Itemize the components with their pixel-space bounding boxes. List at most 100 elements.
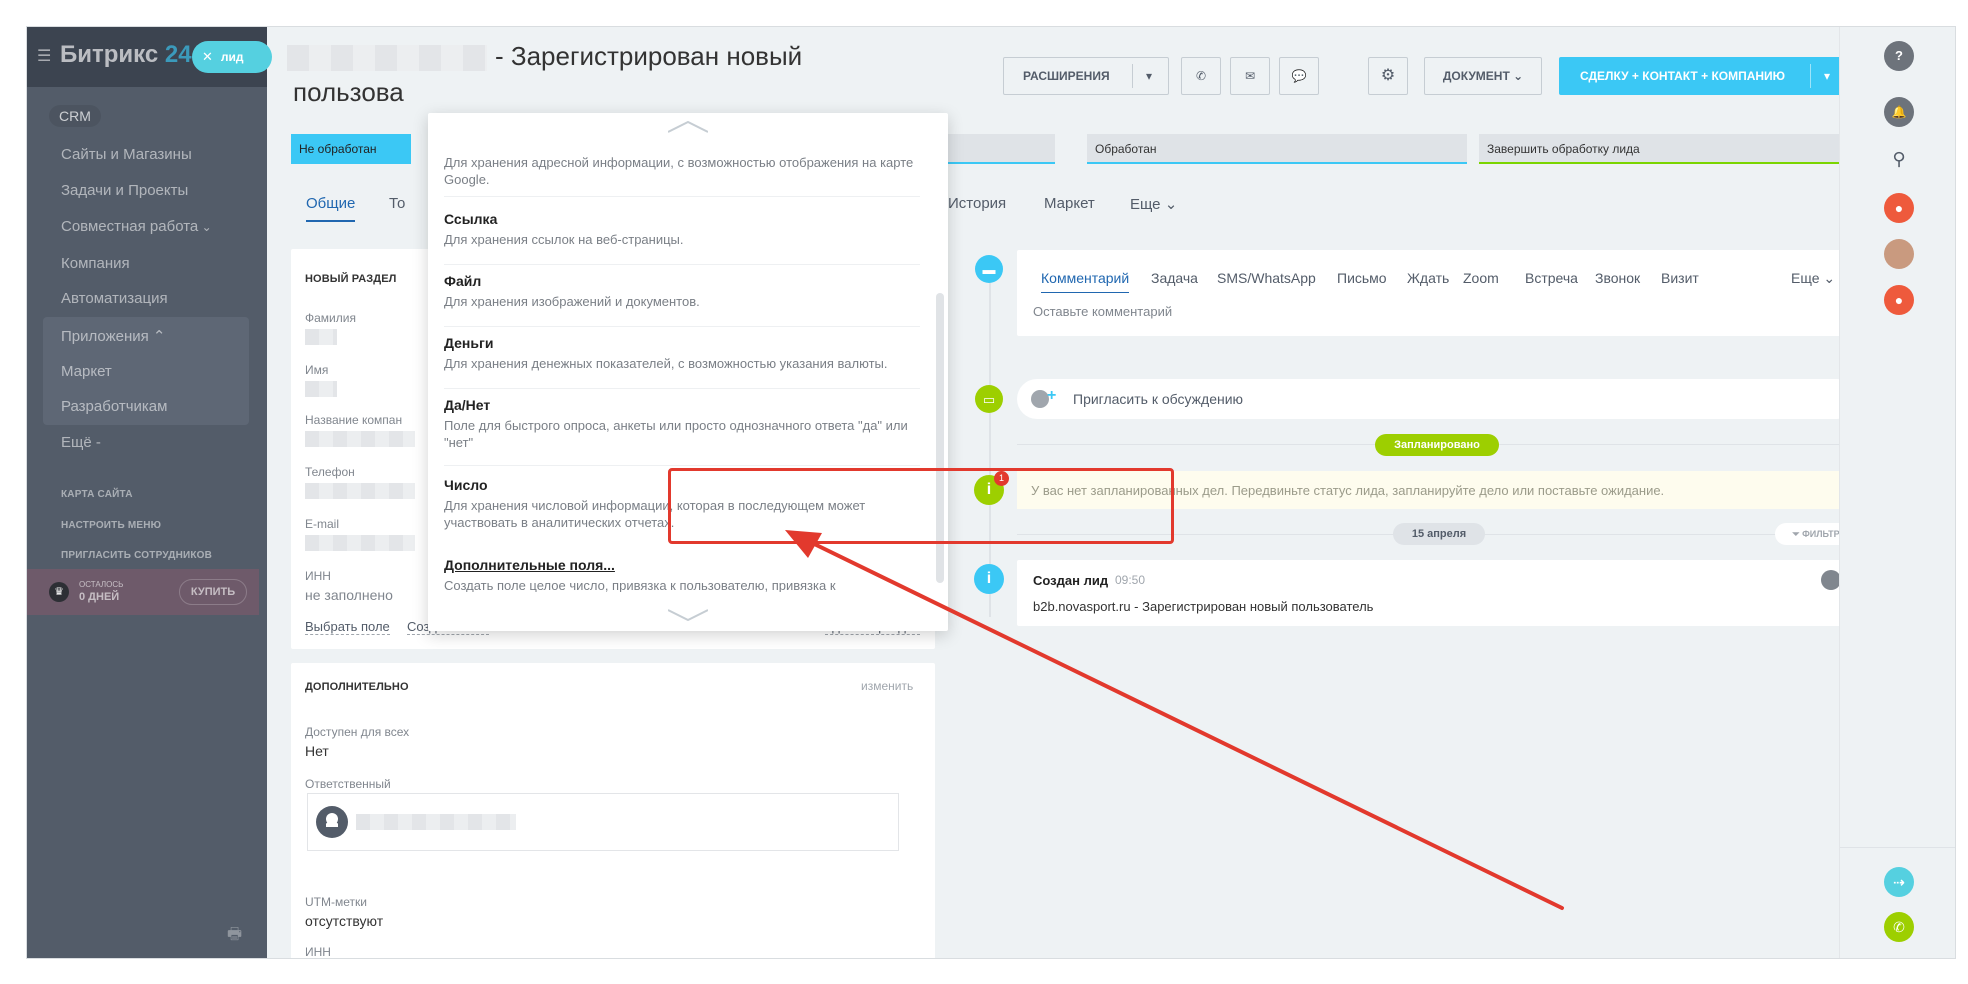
user-avatar-icon[interactable]: ● [1884,193,1914,223]
inn-label: ИНН [305,945,331,959]
mail-button[interactable]: ✉ [1230,57,1270,95]
stage-processed[interactable]: Обработан [1087,134,1467,164]
field-label: ИНН [305,569,331,583]
ctab-comment[interactable]: Комментарий [1041,270,1130,293]
edit-link[interactable]: изменить [861,679,913,693]
responsible-box[interactable] [307,793,899,851]
sidebar-item-developers[interactable]: Разработчикам [61,398,167,415]
sidebar-item-more[interactable]: Ещё - [61,434,101,451]
configure-menu-link[interactable]: НАСТРОИТЬ МЕНЮ [61,520,161,531]
phone-button[interactable]: ✆ [1181,57,1221,95]
tab-partial[interactable]: То [389,195,405,212]
date-badge: 15 апреля [1393,523,1485,545]
dd-item-yesno[interactable]: Да/Нет Поле для быстрого опроса, анкеты … [444,396,920,466]
field-type-dropdown: Для хранения адресной информации, с возм… [428,113,948,631]
trial-days: 0 ДНЕЙ [79,591,120,603]
ctab-sms[interactable]: SMS/WhatsApp [1217,270,1316,286]
field-label: Имя [305,363,329,377]
extra-title: ДОПОЛНИТЕЛЬНО [305,681,409,693]
phone-icon[interactable]: ✆ [1884,912,1914,942]
dd-item-additional[interactable]: Дополнительные поля... Создать поле цело… [444,556,920,592]
user-photo-avatar[interactable] [1884,239,1914,269]
dd-item-file[interactable]: Файл Для хранения изображений и документ… [444,272,920,327]
invite-discussion-bar[interactable]: + Пригласить к обсуждению [1017,379,1857,419]
ctab-task[interactable]: Задача [1151,270,1198,286]
utm-value: отсутствуют [305,913,384,929]
gear-icon: ⚙ [1380,67,1396,84]
close-icon[interactable]: ✕ [202,49,213,64]
user-icon[interactable] [1821,570,1841,590]
page-title: - Зарегистрирован новый [287,39,802,73]
extensions-button[interactable]: РАСШИРЕНИЯ ▾ [1003,57,1169,95]
ctab-mail[interactable]: Письмо [1337,270,1387,286]
blurred-site-name [287,45,487,72]
ctab-zoom[interactable]: Zoom [1463,270,1499,286]
invite-label: Пригласить к обсуждению [1073,391,1244,407]
planned-badge: Запланировано [1375,434,1499,456]
tab-general[interactable]: Общие [306,195,356,222]
field-value-blurred [305,431,415,447]
sidebar-item-crm[interactable]: CRM [49,105,101,127]
settings-button[interactable]: ⚙ [1368,57,1408,95]
comment-placeholder[interactable]: Оставьте комментарий [1033,304,1172,319]
printer-icon[interactable]: 🖶 [227,923,242,950]
sidebar-item-company[interactable]: Компания [61,255,130,272]
ctab-meeting[interactable]: Встреча [1525,270,1578,286]
info-dot-icon: i [974,564,1004,594]
main-area: - Зарегистрирован новый пользова РАСШИРЕ… [267,27,1864,959]
tab-market[interactable]: Маркет [1044,195,1095,212]
sidebar-item-collab[interactable]: Совместная работа [61,218,212,235]
ctab-call[interactable]: Звонок [1595,270,1640,286]
dd-item-link[interactable]: Ссылка Для хранения ссылок на веб-страни… [444,210,920,265]
stage-not-processed[interactable]: Не обработан [291,134,411,164]
user-avatar-icon[interactable]: ● [1884,285,1914,315]
tab-more[interactable]: Еще ⌄ [1130,195,1177,213]
chevron-down-icon: ⌄ [1513,69,1524,83]
event-time: 09:50 [1115,573,1146,587]
search-icon[interactable]: ⚲ [1884,144,1914,174]
highlight-number-option [668,468,1174,544]
sidebar-item-tasks[interactable]: Задачи и Проекты [61,182,188,199]
event-text[interactable]: b2b.novasport.ru - Зарегистрирован новый… [1033,599,1373,614]
sidebar-item-market[interactable]: Маркет [61,363,112,380]
dd-partial-title [444,113,920,131]
ctab-visit[interactable]: Визит [1661,270,1699,286]
chevron-down-icon[interactable] [668,609,708,621]
menu-icon[interactable]: ☰ [37,46,51,66]
phone-icon: ✆ [1195,69,1207,83]
lead-close-chip[interactable]: ✕ лид [192,41,272,73]
ctab-more[interactable]: Еще ⌄ [1791,270,1835,287]
sidebar-item-apps[interactable]: Приложения ⌃ [61,327,166,345]
logo[interactable]: Битрикс 24 [60,41,192,69]
transfer-icon[interactable]: ⇢ [1884,867,1914,897]
ctab-wait[interactable]: Ждать [1407,270,1449,286]
chat-button[interactable]: 💬 [1279,57,1319,95]
responsible-label: Ответственный [305,777,391,791]
stage-finish[interactable]: Завершить обработку лида [1479,134,1864,164]
available-value: Нет [305,743,329,759]
crown-icon: ♛ [49,582,69,602]
field-label: Телефон [305,465,355,479]
comment-dot-icon: ▬ [975,255,1003,283]
field-value-blurred [305,381,337,397]
document-button[interactable]: ДОКУМЕНТ ⌄ [1424,57,1542,95]
dd-item-address[interactable]: Для хранения адресной информации, с возм… [444,151,920,197]
invite-users-link[interactable]: ПРИГЛАСИТЬ СОТРУДНИКОВ [61,550,212,561]
buy-button[interactable]: КУПИТЬ [179,579,247,605]
section-title: НОВЫЙ РАЗДЕЛ [305,273,397,285]
create-deal-button[interactable]: СДЕЛКУ + КОНТАКТ + КОМПАНИЮ ▾ [1559,57,1847,95]
sitemap-link[interactable]: КАРТА САЙТА [61,489,133,500]
select-field-link[interactable]: Выбрать поле [305,619,390,635]
sidebar-item-sites[interactable]: Сайты и Магазины [61,146,192,163]
event-card: Создан лид 09:50 b2b.novasport.ru - Заре… [1017,560,1857,626]
sidebar-item-automation[interactable]: Автоматизация [61,290,168,307]
trial-banner: ♛ ОСТАЛОСЬ 0 ДНЕЙ КУПИТЬ [27,569,259,615]
help-icon[interactable]: ? [1884,41,1914,71]
dd-item-money[interactable]: Деньги Для хранения денежных показателей… [444,334,920,389]
chat-icon: 💬 [1291,69,1307,83]
available-label: Доступен для всех [305,725,410,739]
trial-label: ОСТАЛОСЬ [79,580,124,589]
tab-history[interactable]: История [948,195,1006,212]
right-rail: ? 🔔 ⚲ ● ● ⇢ ✆ [1839,27,1955,958]
bell-icon[interactable]: 🔔 [1884,97,1914,127]
